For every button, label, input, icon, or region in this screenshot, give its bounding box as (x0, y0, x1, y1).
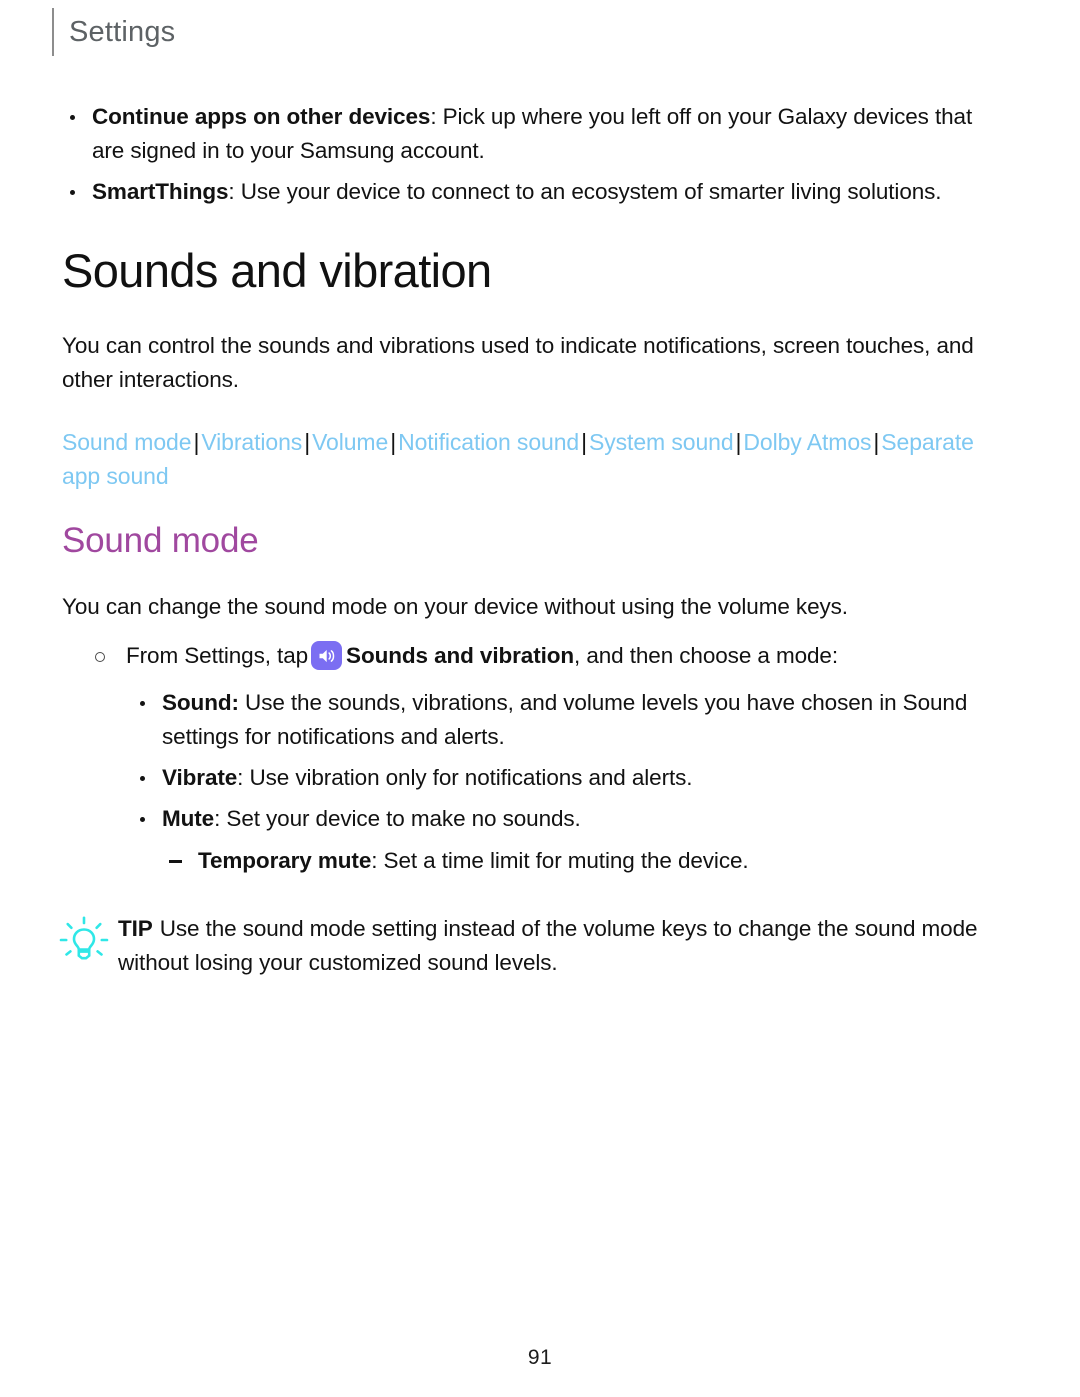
bullet-term: Mute (162, 806, 215, 832)
lightbulb-icon (58, 914, 110, 966)
header-divider-rule (52, 8, 54, 56)
sound-mode-bullet-list: Sound: Use the sounds, vibrations, and v… (132, 686, 1000, 836)
bullet-term: Sound: (162, 690, 239, 716)
page-number: 91 (527, 1346, 553, 1369)
bullet-term: Vibrate (162, 765, 238, 791)
continued-bullet-list: Continue apps on other devices: Pick up … (62, 100, 1000, 209)
step-bold-label: Sounds and vibration (346, 643, 575, 669)
bullet-description: Set a time limit for muting the device. (383, 848, 749, 874)
bullet-term: SmartThings (92, 179, 229, 204)
bullet-colon: : (214, 806, 227, 832)
link-volume[interactable]: Volume (312, 429, 388, 455)
bullet-description: Use vibration only for notifications and… (249, 765, 693, 791)
sounds-and-vibration-icon[interactable] (311, 641, 343, 671)
link-separator: | (390, 429, 397, 456)
temporary-mute-sub-list: Temporary mute: Set a time limit for mut… (166, 844, 1000, 878)
link-separator: | (193, 429, 200, 456)
tip-callout: TIP Use the sound mode setting instead of… (59, 912, 1000, 980)
tip-label: TIP (118, 916, 153, 942)
tip-text: TIP Use the sound mode setting instead of… (118, 912, 1000, 980)
page-content: Continue apps on other devices: Pick up … (59, 100, 1000, 980)
link-system-sound[interactable]: System sound (589, 429, 734, 455)
bullet-colon: : (228, 179, 241, 204)
subsection-intro-text: You can change the sound mode on your de… (62, 594, 848, 620)
page-title: Sounds and vibration (62, 244, 492, 297)
step-prefix-text: From Settings, tap (126, 643, 309, 669)
link-separator: | (735, 429, 742, 456)
bullet-description: Use your device to connect to an ecosyst… (240, 179, 942, 204)
section-link-bar: Sound mode|Vibrations|Volume|Notificatio… (62, 425, 1000, 493)
list-item: Continue apps on other devices: Pick up … (62, 100, 1000, 168)
link-dolby-atmos[interactable]: Dolby Atmos (743, 429, 871, 455)
bullet-colon: : (237, 765, 250, 791)
bullet-colon: : (371, 848, 384, 874)
list-item: Sound: Use the sounds, vibrations, and v… (132, 686, 1000, 754)
link-separator: | (581, 429, 587, 456)
list-item: Temporary mute: Set a time limit for mut… (166, 844, 1000, 878)
list-item: SmartThings: Use your device to connect … (62, 175, 1000, 209)
link-separator: | (304, 429, 311, 456)
page-header: Settings (52, 8, 175, 56)
bullet-term: Continue apps on other devices (92, 104, 431, 129)
list-item: From Settings, tap Sounds and vibration, … (90, 638, 1000, 674)
subsection-title: Sound mode (62, 521, 259, 561)
step-list: From Settings, tap Sounds and vibration, … (90, 638, 1000, 674)
step-suffix-text: , and then choose a mode: (574, 643, 838, 669)
link-separator: | (873, 429, 880, 456)
bullet-description: Set your device to make no sounds. (226, 806, 581, 832)
list-item: Mute: Set your device to make no sounds. (132, 802, 1000, 836)
bullet-term: Temporary mute (198, 848, 372, 874)
bullet-colon: : (430, 104, 443, 129)
header-title: Settings (69, 15, 176, 48)
link-notification-sound[interactable]: Notification sound (398, 429, 579, 455)
bullet-description: Use the sounds, vibrations, and volume l… (162, 690, 968, 750)
section-intro-text: You can control the sounds and vibration… (62, 333, 974, 393)
tip-body: Use the sound mode setting instead of th… (118, 916, 978, 976)
link-vibrations[interactable]: Vibrations (201, 429, 302, 455)
link-sound-mode[interactable]: Sound mode (62, 429, 192, 455)
list-item: Vibrate: Use vibration only for notifica… (132, 761, 1000, 795)
